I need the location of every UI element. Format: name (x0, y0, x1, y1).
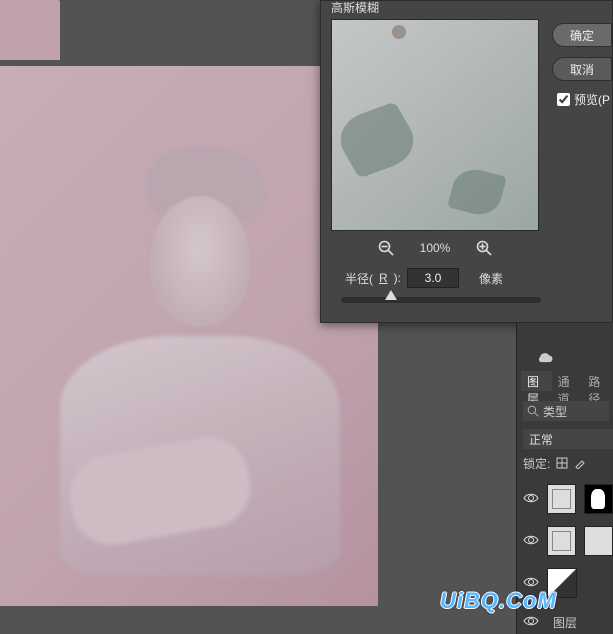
lock-label: 锁定: (523, 455, 550, 472)
radius-row: 半径( R): 像素 (345, 267, 545, 289)
radius-unit: 像素 (479, 270, 503, 287)
radius-label-prefix: 半径( (345, 270, 373, 287)
bottom-tab-layers[interactable]: 图层 (553, 614, 577, 631)
layers-list (523, 481, 613, 607)
layer-row[interactable] (523, 481, 613, 517)
ok-button[interactable]: 确定 (552, 23, 612, 47)
radius-input[interactable] (407, 268, 459, 288)
zoom-out-icon[interactable] (378, 240, 394, 256)
filter-kind: 类型 (543, 403, 567, 420)
layer-mask-thumbnail[interactable] (584, 484, 613, 514)
layer-thumbnail[interactable] (547, 484, 576, 514)
preview-label: 预览(P (574, 91, 610, 108)
figure-illustration (20, 126, 360, 586)
panel-tabs: 图层 通道 路径 (521, 371, 613, 391)
radius-label-suffix: ): (394, 271, 401, 285)
bottom-panel-row: 图层 (523, 612, 613, 632)
eye-icon[interactable] (523, 492, 539, 507)
right-panels: 图层 通道 路径 类型 正常 锁定: 图层 (516, 323, 613, 634)
radius-slider[interactable] (341, 297, 541, 303)
preview-checkbox-row[interactable]: 预览(P (557, 91, 610, 108)
eye-icon[interactable] (523, 576, 539, 591)
filter-preview[interactable] (331, 19, 539, 231)
lock-transparent-icon[interactable] (556, 457, 568, 469)
dialog-title: 高斯模糊 (331, 0, 379, 13)
blend-mode-select[interactable]: 正常 (523, 429, 613, 449)
eye-icon[interactable] (523, 615, 539, 630)
lock-row: 锁定: (523, 453, 613, 473)
dialog-buttons: 确定 取消 (552, 23, 612, 81)
blend-mode-value: 正常 (529, 431, 553, 448)
eye-icon[interactable] (523, 534, 539, 549)
cloud-icon[interactable] (535, 351, 555, 368)
layer-mask-thumbnail[interactable] (584, 526, 613, 556)
search-icon (527, 405, 539, 417)
tab-channels[interactable]: 通道 (552, 371, 583, 391)
tab-layers[interactable]: 图层 (521, 371, 552, 391)
canvas-top-slice (0, 0, 60, 60)
radius-hotkey: R (379, 271, 388, 285)
preview-checkbox[interactable] (557, 93, 570, 106)
layer-row[interactable] (523, 565, 613, 601)
layer-filter-row[interactable]: 类型 (523, 401, 609, 421)
layer-row[interactable] (523, 523, 613, 559)
zoom-level: 100% (420, 241, 451, 255)
tab-paths[interactable]: 路径 (582, 371, 613, 391)
cancel-button[interactable]: 取消 (552, 57, 612, 81)
zoom-controls: 100% (331, 237, 539, 259)
lock-brush-icon[interactable] (574, 457, 586, 469)
layer-thumbnail[interactable] (547, 526, 576, 556)
zoom-in-icon[interactable] (476, 240, 492, 256)
adjustment-layer-thumbnail[interactable] (547, 568, 577, 598)
filter-dialog: 高斯模糊 100% 半径( R): 像素 确定 取消 预览(P (320, 0, 613, 323)
radius-slider-thumb[interactable] (385, 290, 397, 300)
